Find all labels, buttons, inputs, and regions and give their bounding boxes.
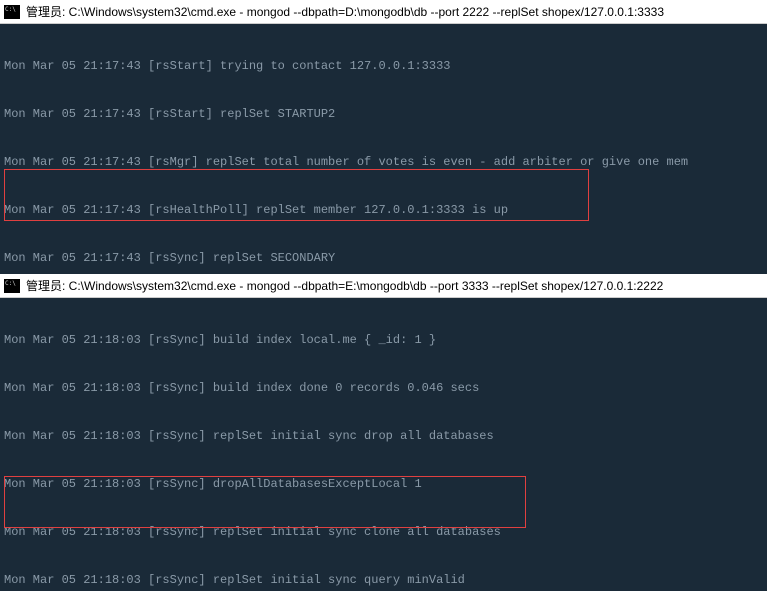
window-title-2: 管理员: C:\Windows\system32\cmd.exe - mongo… xyxy=(26,277,663,294)
log-line: Mon Mar 05 21:18:03 [rsSync] replSet ini… xyxy=(4,572,763,588)
cmd-icon xyxy=(4,5,20,19)
log-line: Mon Mar 05 21:18:03 [rsSync] replSet ini… xyxy=(4,428,763,444)
titlebar-1[interactable]: 管理员: C:\Windows\system32\cmd.exe - mongo… xyxy=(0,0,767,24)
cmd-icon xyxy=(4,279,20,293)
log-line: Mon Mar 05 21:18:03 [rsSync] build index… xyxy=(4,380,763,396)
log-line: Mon Mar 05 21:17:43 [rsStart] replSet ST… xyxy=(4,106,763,122)
log-line: Mon Mar 05 21:17:43 [rsSync] replSet SEC… xyxy=(4,250,763,266)
log-line: Mon Mar 05 21:17:43 [rsMgr] replSet tota… xyxy=(4,154,763,170)
cmd-window-1: 管理员: C:\Windows\system32\cmd.exe - mongo… xyxy=(0,0,767,274)
log-line: Mon Mar 05 21:17:43 [rsHealthPoll] replS… xyxy=(4,202,763,218)
log-line: Mon Mar 05 21:18:03 [rsSync] dropAllData… xyxy=(4,476,763,492)
console-output-2[interactable]: Mon Mar 05 21:18:03 [rsSync] build index… xyxy=(0,298,767,591)
console-output-1[interactable]: Mon Mar 05 21:17:43 [rsStart] trying to … xyxy=(0,24,767,274)
cmd-window-2: 管理员: C:\Windows\system32\cmd.exe - mongo… xyxy=(0,274,767,591)
log-line: Mon Mar 05 21:18:03 [rsSync] replSet ini… xyxy=(4,524,763,540)
window-title-1: 管理员: C:\Windows\system32\cmd.exe - mongo… xyxy=(26,3,664,20)
log-line: Mon Mar 05 21:18:03 [rsSync] build index… xyxy=(4,332,763,348)
titlebar-2[interactable]: 管理员: C:\Windows\system32\cmd.exe - mongo… xyxy=(0,274,767,298)
log-line: Mon Mar 05 21:17:43 [rsStart] trying to … xyxy=(4,58,763,74)
